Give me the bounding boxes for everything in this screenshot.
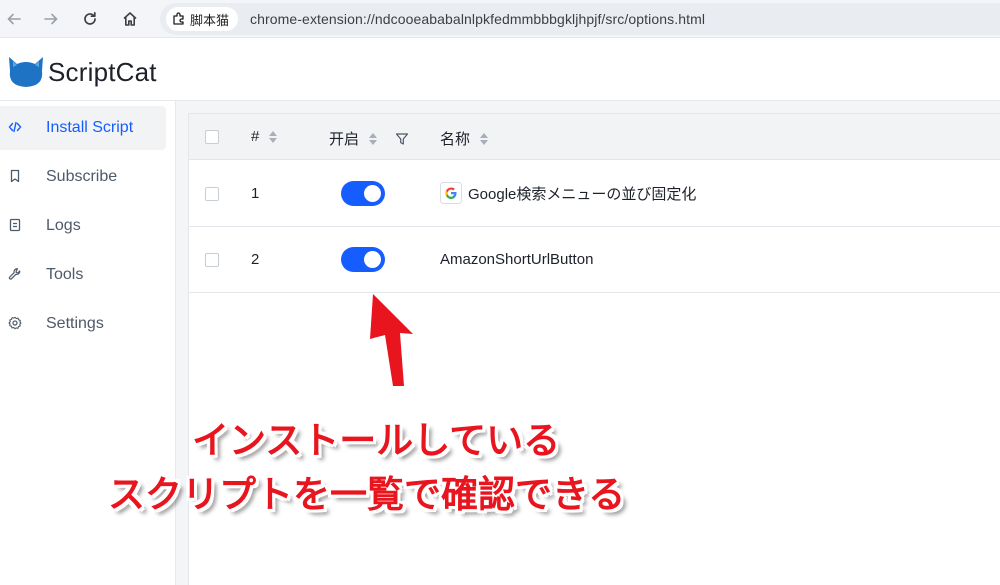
url-text: chrome-extension://ndcooeababalnlpkfedmm… [250, 11, 706, 27]
annotation-line-2: スクリプトを一覧で確認できる [108, 473, 626, 516]
column-enabled[interactable]: 开启 [329, 128, 409, 149]
row-checkbox[interactable] [205, 253, 219, 267]
file-text-icon [8, 218, 22, 232]
row-index: 2 [251, 251, 260, 268]
column-label: # [251, 128, 260, 145]
google-icon [440, 182, 462, 204]
bookmark-icon [8, 169, 22, 183]
table-header: # 开启 名称 [189, 114, 1000, 160]
sidebar-item-subscribe[interactable]: Subscribe [0, 155, 166, 199]
sidebar-item-label: Tools [46, 266, 84, 283]
enable-toggle[interactable] [341, 247, 385, 272]
script-name: AmazonShortUrlButton [440, 251, 594, 268]
home-icon [123, 12, 137, 26]
arrow-left-icon [7, 13, 21, 25]
column-label: 名称 [440, 131, 471, 148]
column-index[interactable]: # [251, 128, 278, 145]
filter-icon[interactable] [395, 132, 409, 146]
script-name: Google検索メニューの並び固定化 [468, 185, 697, 203]
forward-button[interactable] [38, 6, 64, 32]
back-button[interactable] [1, 6, 27, 32]
arrow-right-icon [44, 13, 58, 25]
extension-icon [173, 12, 184, 25]
script-name-cell[interactable]: Google検索メニューの並び固定化 [440, 182, 696, 204]
row-index: 1 [251, 185, 260, 202]
sidebar-item-label: Subscribe [46, 168, 118, 185]
sidebar-item-logs[interactable]: Logs [0, 204, 166, 248]
annotation-arrow-icon [370, 294, 416, 389]
reload-icon [84, 11, 96, 25]
sidebar-item-install-script[interactable]: Install Script [0, 106, 166, 150]
sidebar-item-tools[interactable]: Tools [0, 253, 166, 297]
sort-icon[interactable] [369, 132, 378, 145]
sort-icon[interactable] [269, 130, 278, 143]
home-button[interactable] [117, 6, 143, 32]
select-all-checkbox[interactable] [205, 130, 219, 144]
table-row[interactable]: 2 AmazonShortUrlButton [189, 227, 1000, 293]
row-checkbox[interactable] [205, 187, 219, 201]
reload-button[interactable] [77, 6, 103, 32]
sort-icon[interactable] [480, 132, 489, 145]
sidebar-item-label: Settings [46, 315, 104, 332]
annotation-line-1: インストールしている [192, 419, 561, 462]
site-name: 脚本猫 [190, 12, 230, 28]
app-brand: ScriptCat [48, 57, 157, 87]
site-chip[interactable]: 脚本猫 [166, 7, 239, 31]
app-header: ScriptCat [0, 39, 1000, 101]
enable-toggle[interactable] [341, 181, 385, 206]
scriptcat-logo-icon [9, 57, 43, 87]
wrench-icon [8, 267, 22, 281]
column-label: 开启 [329, 131, 360, 148]
sidebar-item-label: Install Script [46, 119, 134, 136]
gear-icon [8, 316, 22, 330]
code-icon [8, 120, 22, 134]
browser-toolbar: 脚本猫 chrome-extension://ndcooeababalnlpkf… [0, 0, 1000, 38]
script-name-cell[interactable]: AmazonShortUrlButton [440, 251, 593, 268]
table-row[interactable]: 1 Google検索メニューの並び固定化 [189, 161, 1000, 227]
sidebar-item-label: Logs [46, 217, 81, 234]
address-bar[interactable]: 脚本猫 chrome-extension://ndcooeababalnlpkf… [160, 3, 1000, 35]
sidebar-item-settings[interactable]: Settings [0, 302, 166, 346]
column-name[interactable]: 名称 [440, 128, 489, 149]
